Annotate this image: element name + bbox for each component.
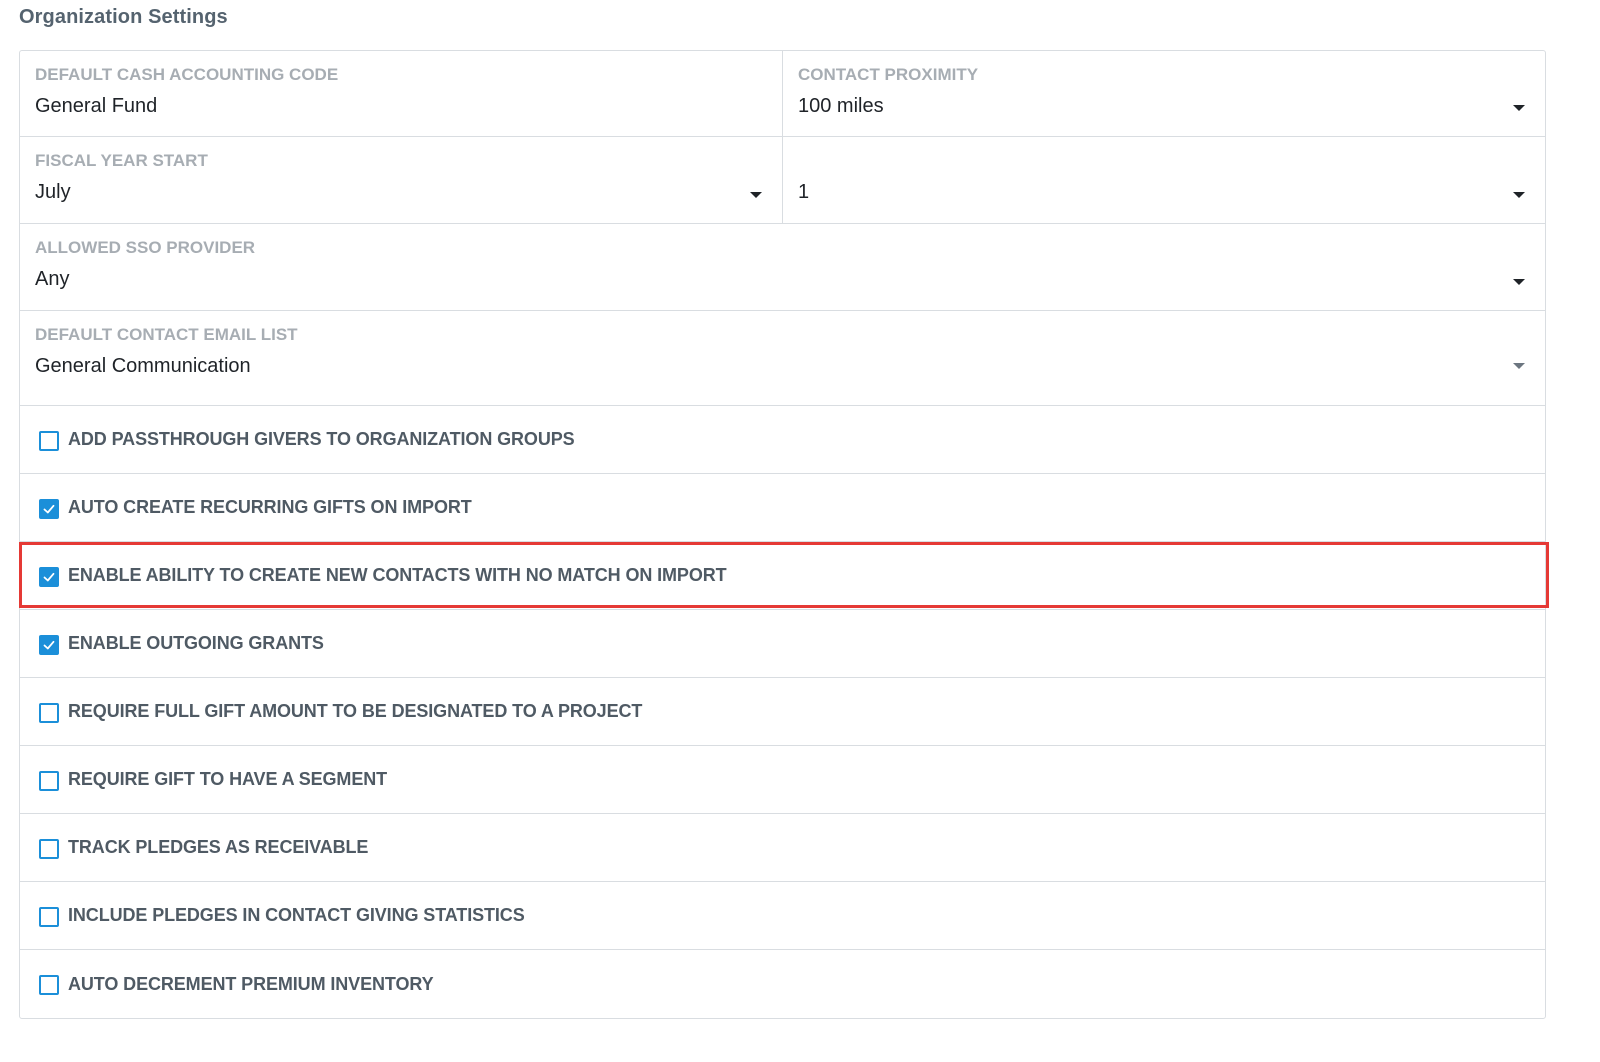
checkbox[interactable] (39, 770, 59, 791)
caret-down-icon[interactable] (750, 192, 762, 198)
checkbox-row-include-pledges-in-contact-giving-statistics[interactable]: INCLUDE PLEDGES IN CONTACT GIVING STATIS… (20, 882, 1545, 950)
cash-accounting-code-field[interactable]: DEFAULT CASH ACCOUNTING CODE General Fun… (20, 51, 782, 136)
checkmark-icon (43, 572, 55, 581)
organization-settings-page: Organization Settings DEFAULT CASH ACCOU… (0, 0, 1600, 1062)
checkbox-label: REQUIRE GIFT TO HAVE A SEGMENT (68, 769, 388, 789)
checkbox-row-require-full-gift-amount-to-be-designated-to-a-project[interactable]: REQUIRE FULL GIFT AMOUNT TO BE DESIGNATE… (20, 678, 1545, 746)
checkbox[interactable] (39, 702, 59, 723)
fiscal-year-day-value[interactable]: 1 (798, 180, 1530, 204)
email-list-label: DEFAULT CONTACT EMAIL LIST (35, 325, 298, 344)
caret-down-icon[interactable] (1513, 279, 1525, 285)
checkbox-row-enable-ability-to-create-new-contacts-with-no-match-on-import[interactable]: ENABLE ABILITY TO CREATE NEW CONTACTS WI… (20, 542, 1545, 610)
checkbox-label: ENABLE OUTGOING GRANTS (68, 633, 324, 653)
checkbox-row-enable-outgoing-grants[interactable]: ENABLE OUTGOING GRANTS (20, 610, 1545, 678)
contact-proximity-value[interactable]: 100 miles (798, 94, 1530, 118)
row-fiscal-year: FISCAL YEAR START July 1 (20, 137, 1545, 224)
page-title: Organization Settings (19, 6, 228, 28)
checkbox-label: TRACK PLEDGES AS RECEIVABLE (68, 837, 369, 857)
caret-down-icon[interactable] (1513, 192, 1525, 198)
checkbox[interactable] (39, 566, 59, 587)
fiscal-year-start-label: FISCAL YEAR START (35, 151, 208, 170)
checkbox[interactable] (39, 975, 59, 995)
checkbox[interactable] (39, 838, 59, 859)
sso-provider-select[interactable]: ALLOWED SSO PROVIDER Any (20, 224, 1545, 310)
checkbox[interactable] (39, 498, 59, 519)
email-list-select[interactable]: DEFAULT CONTACT EMAIL LIST General Commu… (20, 311, 1545, 405)
checkbox[interactable] (39, 634, 59, 655)
checkbox-label: ENABLE ABILITY TO CREATE NEW CONTACTS WI… (68, 565, 727, 585)
contact-proximity-label: CONTACT PROXIMITY (798, 65, 979, 84)
contact-proximity-select[interactable]: CONTACT PROXIMITY 100 miles (782, 51, 1545, 136)
checkbox[interactable] (39, 430, 59, 451)
checkbox-row-track-pledges-as-receivable[interactable]: TRACK PLEDGES AS RECEIVABLE (20, 814, 1545, 882)
row-cash-proximity: DEFAULT CASH ACCOUNTING CODE General Fun… (20, 51, 1545, 137)
checkbox-label: AUTO DECREMENT PREMIUM INVENTORY (68, 973, 434, 994)
settings-panel: DEFAULT CASH ACCOUNTING CODE General Fun… (19, 50, 1546, 1019)
fiscal-year-month-select[interactable]: FISCAL YEAR START July (20, 137, 782, 223)
checkbox-row-add-passthrough-givers-to-organization-groups[interactable]: ADD PASSTHROUGH GIVERS TO ORGANIZATION G… (20, 406, 1545, 474)
checkbox-list: ADD PASSTHROUGH GIVERS TO ORGANIZATION G… (20, 406, 1545, 1018)
fiscal-year-day-select[interactable]: 1 (782, 137, 1545, 223)
fiscal-year-month-value[interactable]: July (35, 180, 767, 204)
sso-provider-label: ALLOWED SSO PROVIDER (35, 238, 256, 257)
caret-down-icon[interactable] (1513, 363, 1525, 369)
row-email-list: DEFAULT CONTACT EMAIL LIST General Commu… (20, 311, 1545, 406)
checkbox-label: REQUIRE FULL GIFT AMOUNT TO BE DESIGNATE… (68, 701, 643, 721)
checkbox[interactable] (39, 906, 59, 927)
checkbox-row-auto-decrement-premium-inventory[interactable]: AUTO DECREMENT PREMIUM INVENTORY (20, 950, 1545, 1018)
checkmark-icon (43, 640, 55, 649)
sso-provider-value[interactable]: Any (35, 267, 1530, 291)
checkbox-row-require-gift-to-have-a-segment[interactable]: REQUIRE GIFT TO HAVE A SEGMENT (20, 746, 1545, 814)
checkbox-row-auto-create-recurring-gifts-on-import[interactable]: AUTO CREATE RECURRING GIFTS ON IMPORT (20, 474, 1545, 542)
checkbox-label: ADD PASSTHROUGH GIVERS TO ORGANIZATION G… (68, 429, 575, 449)
email-list-value[interactable]: General Communication (35, 354, 1530, 378)
caret-down-icon[interactable] (1513, 105, 1525, 111)
cash-accounting-code-label: DEFAULT CASH ACCOUNTING CODE (35, 65, 339, 84)
fiscal-year-day-label (798, 151, 1530, 171)
checkmark-icon (43, 504, 55, 513)
checkbox-label: INCLUDE PLEDGES IN CONTACT GIVING STATIS… (68, 905, 525, 925)
checkbox-label: AUTO CREATE RECURRING GIFTS ON IMPORT (68, 497, 472, 517)
row-sso-provider: ALLOWED SSO PROVIDER Any (20, 224, 1545, 311)
cash-accounting-code-value[interactable]: General Fund (35, 94, 767, 118)
